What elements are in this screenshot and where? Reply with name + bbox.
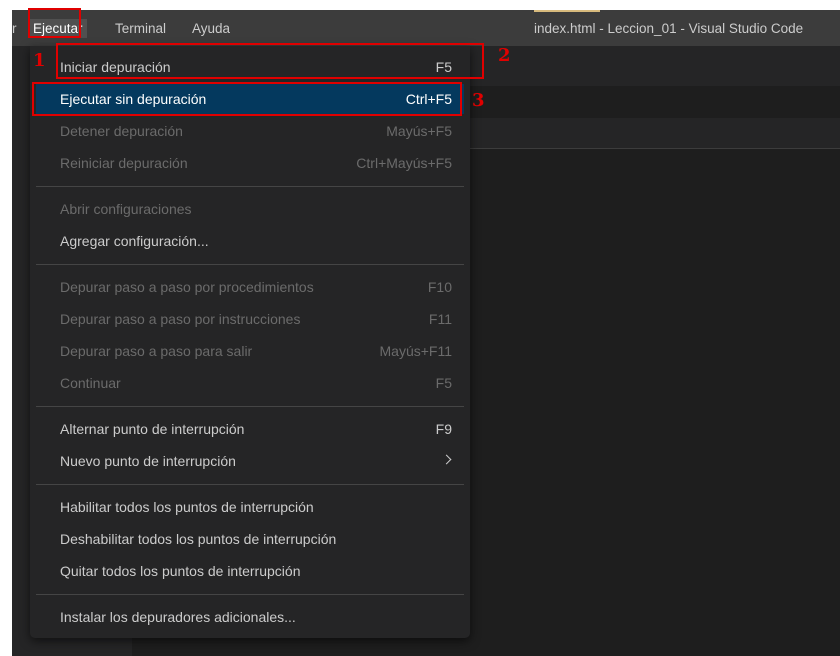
annotation-number-2: 2 <box>498 45 511 66</box>
menu-item-label: Deshabilitar todos los puntos de interru… <box>60 531 337 547</box>
window-title: index.html - Leccion_01 - Visual Studio … <box>534 21 804 36</box>
run-menu-dropdown: Iniciar depuración F5 Ejecutar sin depurac… <box>30 46 470 638</box>
chevron-right-icon <box>441 454 452 465</box>
menu-separator <box>36 594 464 595</box>
menu-item-shortcut: Mayús+F5 <box>386 123 452 139</box>
menu-separator <box>36 186 464 187</box>
menu-item-label: Abrir configuraciones <box>60 201 192 217</box>
menu-terminal[interactable]: Terminal <box>115 19 166 38</box>
menu-item-label: Depurar paso a paso para salir <box>60 343 253 359</box>
title-bar: r Ejecutar Terminal Ayuda index.html - L… <box>12 10 840 46</box>
menu-item[interactable]: Nuevo punto de interrupción <box>36 446 464 476</box>
menu-item[interactable]: Quitar todos los puntos de interrupción <box>36 556 464 586</box>
menu-item[interactable]: Habilitar todos los puntos de interrupci… <box>36 492 464 522</box>
menu-item-label: Iniciar depuración <box>60 59 171 75</box>
menu-item-label: Ejecutar sin depuración <box>60 91 207 107</box>
menu-item-label: Detener depuración <box>60 123 183 139</box>
menu-item-label: Nuevo punto de interrupción <box>60 453 236 469</box>
menu-item-label: Depurar paso a paso por instrucciones <box>60 311 301 327</box>
menu-item[interactable]: Ejecutar sin depuración Ctrl+F5 <box>36 84 464 114</box>
menu-ayuda[interactable]: Ayuda <box>192 19 230 38</box>
menu-item-shortcut: Mayús+F11 <box>379 343 453 359</box>
menu-item-shortcut: F9 <box>435 421 452 437</box>
menu-separator <box>36 484 464 485</box>
menu-item: Depurar paso a paso para salir Mayús+F11 <box>36 336 464 366</box>
annotation-number-3: 3 <box>472 90 485 111</box>
menu-item[interactable]: Iniciar depuración F5 <box>36 52 464 82</box>
menu-item-shortcut: F5 <box>435 375 452 391</box>
menu-item-shortcut: F5 <box>435 59 452 75</box>
menu-item[interactable]: Instalar los depuradores adicionales... <box>36 602 464 632</box>
menu-item-shortcut: F10 <box>427 279 452 295</box>
annotation-number-1: 1 <box>33 50 46 71</box>
menu-item-label: Continuar <box>60 375 121 391</box>
menu-item-label: Quitar todos los puntos de interrupción <box>60 563 301 579</box>
menu-item-label: Instalar los depuradores adicionales... <box>60 609 296 625</box>
menu-item[interactable]: Agregar configuración... <box>36 226 464 256</box>
menu-item: Continuar F5 <box>36 368 464 398</box>
menu-item: Detener depuración Mayús+F5 <box>36 116 464 146</box>
menu-item: Depurar paso a paso por instrucciones F11 <box>36 304 464 334</box>
menu-item: Abrir configuraciones <box>36 194 464 224</box>
menu-item-label: Alternar punto de interrupción <box>60 421 245 437</box>
menu-item-cut[interactable]: r <box>12 19 17 38</box>
menu-separator <box>36 264 464 265</box>
menu-item-label: Reiniciar depuración <box>60 155 188 171</box>
menu-item[interactable]: Deshabilitar todos los puntos de interru… <box>36 524 464 554</box>
menu-item: Reiniciar depuración Ctrl+Mayús+F5 <box>36 148 464 178</box>
menu-ejecutar[interactable]: Ejecutar <box>29 19 87 38</box>
menu-item-shortcut: F11 <box>428 311 452 327</box>
menu-item-label: Agregar configuración... <box>60 233 209 249</box>
menu-item-label: Habilitar todos los puntos de interrupci… <box>60 499 314 515</box>
menu-item-shortcut: Ctrl+Mayús+F5 <box>356 155 452 171</box>
title-accent-bar <box>534 10 600 12</box>
menu-item[interactable]: Alternar punto de interrupción F9 <box>36 414 464 444</box>
menu-separator <box>36 406 464 407</box>
menu-item-label: Depurar paso a paso por procedimientos <box>60 279 314 295</box>
menu-item-shortcut: Ctrl+F5 <box>405 91 452 107</box>
vscode-window: r Ejecutar Terminal Ayuda index.html - L… <box>12 10 840 656</box>
menu-item: Depurar paso a paso por procedimientos F1… <box>36 272 464 302</box>
